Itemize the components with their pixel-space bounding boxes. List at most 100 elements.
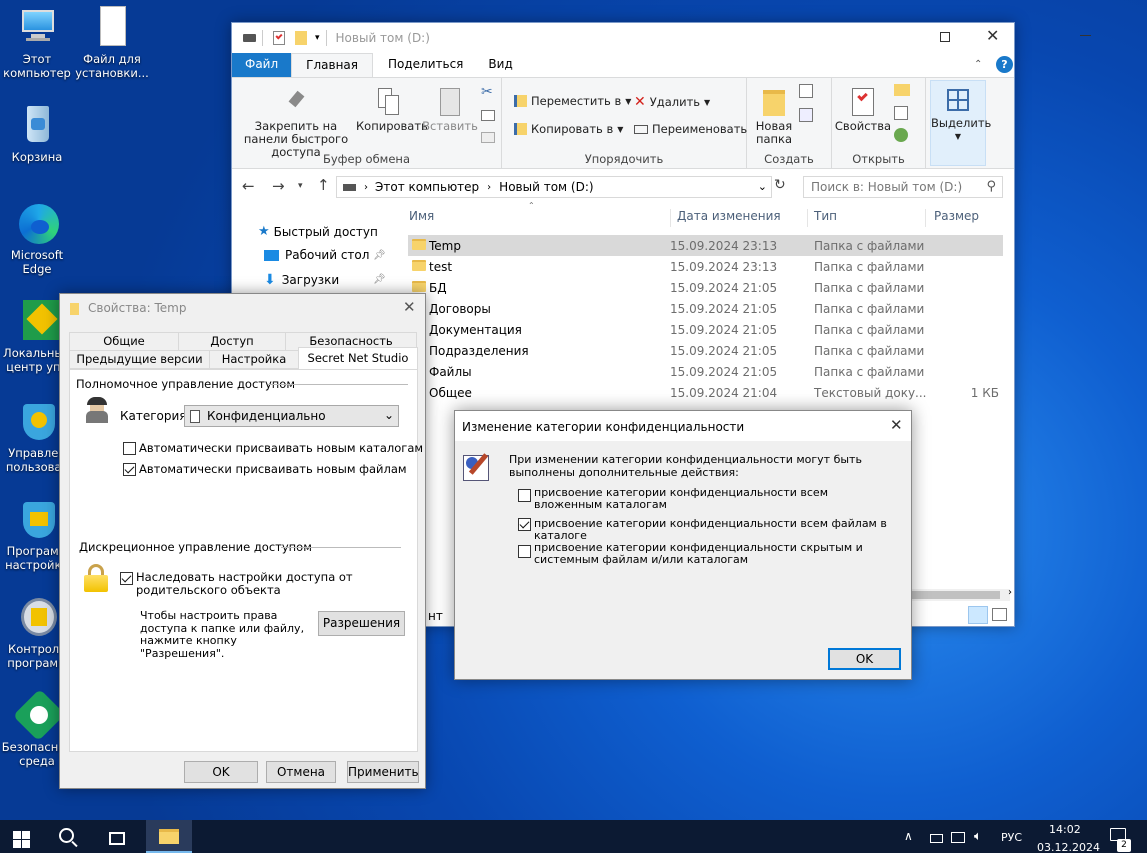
open-icon[interactable] [894,84,910,96]
apply-button[interactable]: Применить [347,761,419,783]
checkbox[interactable] [518,518,531,531]
tab-secret-net-studio[interactable]: Secret Net Studio [298,347,418,370]
desktop-icon-this-pc[interactable]: Этот компьютер [0,6,74,80]
file-row[interactable]: Договоры 15.09.2024 21:05 Папка с файлам… [408,298,1003,319]
close-button[interactable]: ✕ [890,416,903,434]
nav-desktop[interactable]: Рабочий стол [264,248,369,262]
new-folder-button[interactable]: Новая папка [751,86,797,146]
column-name[interactable]: Имя [409,209,434,227]
quick-access-dropdown-icon[interactable]: ▾ [315,33,320,43]
nav-downloads[interactable]: ⬇ Загрузки [264,272,339,288]
select-button[interactable]: Выделить ▼ [931,87,991,143]
column-date[interactable]: Дата изменения [670,209,781,227]
checkbox[interactable] [518,545,531,558]
pin-button[interactable]: Закрепить на панели быстрого доступа [236,86,356,159]
search-box[interactable]: Поиск в: Новый том (D:) ⚲ [803,176,1003,198]
checkbox[interactable] [123,462,136,476]
close-button[interactable]: ✕ [403,298,416,316]
properties-dialog[interactable]: Свойства: Temp ✕ Общие Доступ Безопаснос… [59,293,426,789]
file-row[interactable]: Подразделения 15.09.2024 21:05 Папка с ф… [408,340,1003,361]
recent-dropdown-icon[interactable]: ▾ [298,181,303,191]
network-icon[interactable] [951,832,965,843]
taskbar-explorer-button[interactable] [146,820,192,853]
permissions-button[interactable]: Разрешения [318,611,405,636]
edit-icon[interactable] [894,106,908,120]
volume-icon[interactable]: 🔈︎ [974,829,982,844]
paste-shortcut-icon[interactable] [481,132,495,143]
move-to-button[interactable]: Переместить в ▼ [514,94,631,108]
desktop-icon-install-file[interactable]: Файл для установки... [75,6,149,80]
rename-button[interactable]: Переименовать [634,122,747,136]
cancel-button[interactable]: Отмена [266,761,336,783]
minimize-button[interactable] [1080,35,1091,36]
copy-button[interactable]: Копировать [356,86,428,133]
horizontal-scrollbar[interactable]: › [912,587,1012,601]
new-folder-quick-icon[interactable] [295,31,307,45]
tab-previous-versions[interactable]: Предыдущие версии [69,350,210,369]
address-bar[interactable]: › Этот компьютер › Новый том (D:) ⌄ [336,176,772,198]
paste-button[interactable]: Вставить [422,86,478,133]
copy-path-icon[interactable] [481,110,495,121]
ok-button[interactable]: OK [184,761,258,783]
breadcrumb-drive[interactable]: Новый том (D:) [499,180,593,194]
clock-time[interactable]: 14:02 [1049,823,1081,836]
tab-sharing[interactable]: Доступ [178,332,286,351]
option-hidden-system[interactable]: присвоение категории конфиденциальности … [518,542,898,566]
checkbox[interactable] [518,489,531,502]
auto-dirs-checkbox[interactable]: Автоматически присваивать новым каталога… [123,441,423,455]
new-item-icon[interactable] [799,84,813,98]
search-icon[interactable] [59,828,78,848]
thumbnail-view-button[interactable] [992,608,1007,621]
tab-share[interactable]: Поделиться [373,53,478,77]
tab-general[interactable]: Общие [69,332,179,351]
desktop-icon-recycle-bin[interactable]: Корзина [0,104,74,164]
column-type[interactable]: Тип [807,209,837,227]
scroll-right-icon[interactable]: › [1008,587,1012,598]
copy-to-button[interactable]: Копировать в ▼ [514,122,623,136]
file-row[interactable]: test 15.09.2024 23:13 Папка с файлами [408,256,1003,277]
option-files[interactable]: присвоение категории конфиденциальности … [518,518,898,542]
address-dropdown-icon[interactable]: ⌄ [758,180,767,193]
show-hidden-icons-icon[interactable]: ∧ [904,829,913,843]
file-row[interactable]: Документация 15.09.2024 21:05 Папка с фа… [408,319,1003,340]
cut-icon[interactable]: ✂ [481,84,493,100]
maximize-button[interactable] [940,32,950,42]
ok-button[interactable]: OK [828,648,901,670]
delete-button[interactable]: ✕ Удалить ▼ [634,94,710,110]
tab-file[interactable]: Файл [232,53,292,77]
up-button[interactable]: ↑ [317,176,330,194]
breadcrumb-this-pc[interactable]: Этот компьютер [375,180,479,194]
easy-access-icon[interactable] [799,108,813,122]
nav-quick-access[interactable]: ★ Быстрый доступ [258,224,378,239]
category-select[interactable]: Конфиденциально ⌄ [184,405,399,427]
auto-files-checkbox[interactable]: Автоматически присваивать новым файлам [123,462,407,476]
clock-date[interactable]: 03.12.2024 [1037,841,1100,853]
desktop-icon-edge[interactable]: Microsoft Edge [0,202,74,276]
start-button[interactable] [13,831,30,848]
refresh-button[interactable]: ↻ [774,177,786,193]
tab-home[interactable]: Главная [291,53,373,77]
checkbox[interactable] [123,441,136,455]
file-row[interactable]: Temp 15.09.2024 23:13 Папка с файлами [408,235,1003,256]
checkbox[interactable] [120,572,133,585]
forward-button[interactable]: → [272,177,285,195]
inherit-checkbox[interactable]: Наследовать настройки доступа от родител… [120,571,410,597]
language-indicator[interactable]: РУС [1001,831,1022,844]
file-row[interactable]: БД 15.09.2024 21:05 Папка с файлами [408,277,1003,298]
file-row[interactable]: Файлы 15.09.2024 21:05 Папка с файлами [408,361,1003,382]
details-view-button[interactable] [968,606,988,624]
battery-icon[interactable] [930,834,943,843]
properties-button[interactable]: Свойства [834,86,892,133]
file-row[interactable]: Общее 15.09.2024 21:04 Текстовый доку...… [408,382,1003,403]
tab-customize[interactable]: Настройка [209,350,299,369]
close-button[interactable]: ✕ [986,26,999,45]
help-icon[interactable]: ? [996,56,1013,73]
column-size[interactable]: Размер [925,209,979,227]
history-icon[interactable] [894,128,908,142]
option-subdirs[interactable]: присвоение категории конфиденциальности … [518,487,898,511]
confidentiality-dialog[interactable]: Изменение категории конфиденциальности ✕… [454,410,912,680]
search-input[interactable]: Поиск в: Новый том (D:) [811,180,962,194]
explorer-titlebar[interactable]: ▾ Новый том (D:) ✕ [232,23,1091,53]
task-view-icon[interactable] [109,832,125,845]
back-button[interactable]: ← [242,177,255,195]
